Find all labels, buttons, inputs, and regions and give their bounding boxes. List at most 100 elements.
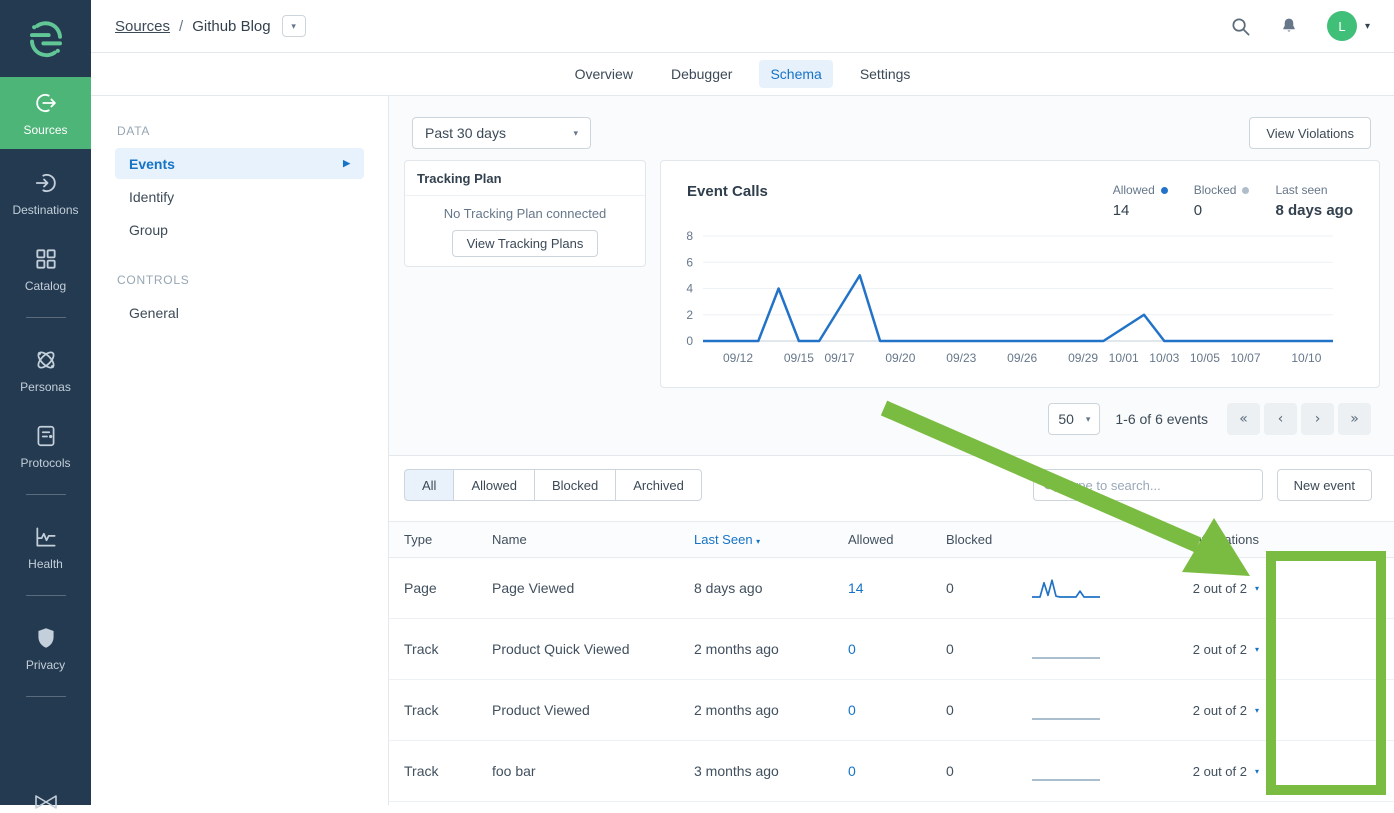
subnav-item-label: Group xyxy=(129,222,168,238)
sidebar-divider xyxy=(26,317,66,318)
filter-archived[interactable]: Archived xyxy=(615,469,702,501)
sparkline xyxy=(1028,636,1104,662)
account-menu[interactable]: L ▾ xyxy=(1327,11,1370,41)
tab-settings[interactable]: Settings xyxy=(849,60,922,88)
integrations-caret-icon[interactable]: ▾ xyxy=(1255,584,1259,593)
filter-blocked[interactable]: Blocked xyxy=(534,469,616,501)
svg-text:09/20: 09/20 xyxy=(885,351,915,365)
page-size-select[interactable]: 50 ▾ xyxy=(1048,403,1100,435)
bowtie-icon xyxy=(33,793,59,813)
cell-name[interactable]: Product Quick Viewed xyxy=(492,641,694,657)
table-row[interactable]: Track Product Viewed 2 months ago 0 0 2 … xyxy=(389,680,1394,741)
stat-allowed-value: 14 xyxy=(1113,202,1168,219)
cell-type: Page xyxy=(404,580,492,596)
table-row[interactable]: Track foo bar 3 months ago 0 0 2 out of … xyxy=(389,741,1394,802)
integrations-caret-icon[interactable]: ▾ xyxy=(1255,706,1259,715)
view-violations-button[interactable]: View Violations xyxy=(1249,117,1371,149)
integrations-caret-icon[interactable]: ▾ xyxy=(1255,767,1259,776)
legend-dot-allowed xyxy=(1161,187,1168,194)
sidebar-item-catalog[interactable]: Catalog xyxy=(0,233,91,305)
cell-integrations: 2 out of 2 xyxy=(1193,642,1247,657)
sidebar-item-partial[interactable] xyxy=(0,793,91,813)
subnav-item-group[interactable]: Group xyxy=(115,214,364,245)
tracking-plan-card: Tracking Plan No Tracking Plan connected… xyxy=(404,160,646,267)
subnav-item-events[interactable]: Events ▶ xyxy=(115,148,364,179)
pagination-prev-button[interactable]: ‹ xyxy=(1264,403,1297,435)
cell-allowed[interactable]: 0 xyxy=(848,641,946,657)
avatar[interactable]: L xyxy=(1327,11,1357,41)
cell-name[interactable]: Page Viewed xyxy=(492,580,694,596)
sidebar-item-label: Health xyxy=(28,557,63,571)
col-header-name: Name xyxy=(492,532,694,547)
sidebar-item-sources[interactable]: Sources xyxy=(0,77,91,149)
legend-label: Allowed xyxy=(1113,183,1155,197)
check-icon: ✓ xyxy=(1335,774,1344,788)
segment-logo[interactable] xyxy=(0,0,91,77)
sidebar-item-personas[interactable]: Personas xyxy=(0,334,91,406)
cell-type: Track xyxy=(404,763,492,779)
chart-title: Event Calls xyxy=(687,183,768,219)
pagination-next-button[interactable]: › xyxy=(1301,403,1334,435)
sparkline xyxy=(1028,758,1104,784)
subnav-item-general[interactable]: General xyxy=(115,297,364,328)
tab-overview[interactable]: Overview xyxy=(564,60,644,88)
subnav-item-identify[interactable]: Identify xyxy=(115,181,364,212)
cell-blocked: 0 xyxy=(946,702,1028,718)
table-row[interactable]: Track Product Quick Viewed 2 months ago … xyxy=(389,619,1394,680)
protocols-icon xyxy=(33,423,59,449)
col-header-last-seen[interactable]: Last Seen ▾ xyxy=(694,532,848,547)
tracking-plan-title: Tracking Plan xyxy=(405,161,645,196)
cell-allowed[interactable]: 14 xyxy=(848,580,946,596)
subnav-item-label: Identify xyxy=(129,189,174,205)
cell-name[interactable]: Product Viewed xyxy=(492,702,694,718)
filter-all[interactable]: All xyxy=(404,469,454,501)
pagination-first-button[interactable]: « xyxy=(1227,403,1260,435)
cell-allowed[interactable]: 0 xyxy=(848,763,946,779)
cell-blocked: 0 xyxy=(946,641,1028,657)
event-filter-group: All Allowed Blocked Archived xyxy=(404,469,702,501)
cell-name[interactable]: foo bar xyxy=(492,763,694,779)
chevron-down-icon: ▾ xyxy=(1086,414,1091,425)
search-input[interactable] xyxy=(1063,477,1254,494)
sidebar-item-label: Catalog xyxy=(25,279,66,293)
col-header-type: Type xyxy=(404,532,492,547)
svg-text:10/03: 10/03 xyxy=(1149,351,1179,365)
sidebar-item-label: Sources xyxy=(23,123,67,137)
time-range-select[interactable]: Past 30 days ▾ xyxy=(412,117,591,149)
filter-allowed[interactable]: Allowed xyxy=(453,469,535,501)
event-search[interactable] xyxy=(1033,469,1263,501)
svg-text:09/12: 09/12 xyxy=(723,351,753,365)
chevron-down-icon: ▾ xyxy=(573,128,578,139)
table-row[interactable]: Page Page Viewed 8 days ago 14 0 2 out o… xyxy=(389,558,1394,619)
sidebar-item-protocols[interactable]: Protocols xyxy=(0,410,91,482)
sidebar-item-destinations[interactable]: Destinations xyxy=(0,157,91,229)
integrations-caret-icon[interactable]: ▾ xyxy=(1255,645,1259,654)
sidebar-item-health[interactable]: Health xyxy=(0,511,91,583)
legend-dot-blocked xyxy=(1242,187,1249,194)
sidebar-item-privacy[interactable]: Privacy xyxy=(0,612,91,684)
event-calls-card: Event Calls Allowed 14 Blocked 0 xyxy=(660,160,1380,388)
svg-text:09/17: 09/17 xyxy=(824,351,854,365)
cell-allowed[interactable]: 0 xyxy=(848,702,946,718)
view-tracking-plans-button[interactable]: View Tracking Plans xyxy=(452,230,599,257)
source-switcher-button[interactable]: ▾ xyxy=(282,15,306,37)
stat-blocked-value: 0 xyxy=(1194,202,1250,219)
check-icon: ✓ xyxy=(1335,713,1344,727)
schema-subnav: DATA Events ▶ Identify Group CONTROLS Ge… xyxy=(91,96,389,805)
svg-text:8: 8 xyxy=(686,229,693,243)
tab-debugger[interactable]: Debugger xyxy=(660,60,744,88)
sidebar-item-label: Protocols xyxy=(20,456,70,470)
sources-icon xyxy=(33,90,59,116)
cell-last-seen: 2 months ago xyxy=(694,641,848,657)
pagination-last-button[interactable]: » xyxy=(1338,403,1371,435)
col-header-label: Last Seen xyxy=(694,532,753,547)
search-icon[interactable] xyxy=(1230,16,1251,37)
cell-blocked: 0 xyxy=(946,580,1028,596)
cell-integrations: 2 out of 2 xyxy=(1193,703,1247,718)
breadcrumb-sources-link[interactable]: Sources xyxy=(115,18,170,35)
sort-caret-icon: ▾ xyxy=(756,537,760,546)
notifications-bell-icon[interactable] xyxy=(1279,16,1299,37)
tab-schema[interactable]: Schema xyxy=(759,60,832,88)
last-seen-label: Last seen xyxy=(1275,183,1327,197)
new-event-button[interactable]: New event xyxy=(1277,469,1372,501)
